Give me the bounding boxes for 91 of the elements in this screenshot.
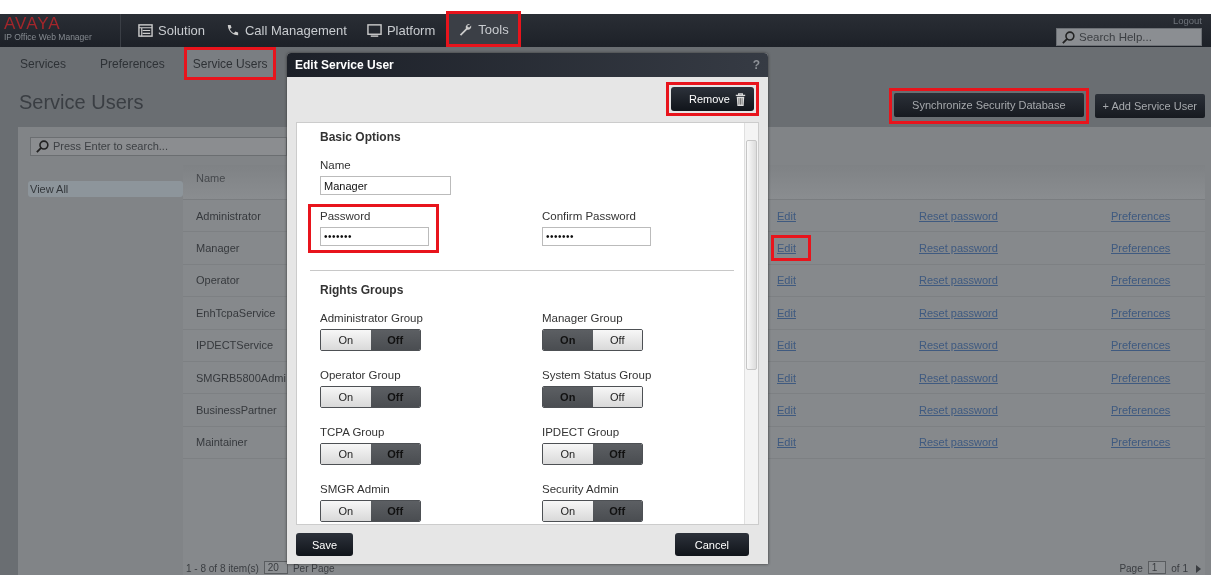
nav-tab[interactable]: Service Users	[186, 50, 274, 77]
preferences-link[interactable]: Preferences	[1111, 404, 1171, 417]
trash-icon	[733, 91, 748, 107]
table-cell-text: Manager	[195, 242, 241, 255]
dialog-title: Edit Service User	[295, 58, 394, 72]
reset-password-link[interactable]: Reset password	[919, 306, 998, 319]
scrollbar[interactable]	[744, 123, 758, 524]
preferences-link[interactable]: Preferences	[1111, 306, 1171, 319]
help-button[interactable]: ?	[752, 58, 760, 72]
item-count: 1 - 8 of 8 item(s)	[186, 563, 259, 574]
preferences-link[interactable]: Preferences	[1111, 242, 1171, 255]
table-cell-text: Operator	[195, 274, 241, 287]
group-label: TCPA Group	[320, 426, 386, 438]
logout-link[interactable]: Logout	[1172, 15, 1202, 26]
reset-password-link[interactable]: Reset password	[919, 404, 998, 417]
preferences-link[interactable]: Preferences	[1111, 371, 1171, 384]
edit-link[interactable]: Edit	[777, 371, 796, 384]
table-cell-text: EnhTcpaService	[195, 306, 277, 319]
on-off-switch[interactable]: On Off	[320, 443, 421, 465]
edit-link[interactable]: Edit	[777, 274, 796, 287]
section-heading: Rights Groups	[320, 283, 405, 297]
table-cell-text: SMGRB5800Admi	[195, 371, 287, 384]
save-button[interactable]: Save	[296, 533, 354, 556]
nav-menu-item[interactable]: Tools	[449, 14, 518, 44]
reset-password-link[interactable]: Reset password	[919, 274, 998, 287]
preferences-link[interactable]: Preferences	[1111, 339, 1171, 352]
edit-link[interactable]: Edit	[777, 242, 796, 255]
on-off-switch[interactable]: On Off	[320, 500, 421, 522]
group-label: Operator Group	[320, 369, 402, 381]
nav-menu-item[interactable]: Solution	[129, 14, 214, 47]
search-icon	[1061, 29, 1076, 45]
edit-link[interactable]: Edit	[777, 404, 796, 417]
nav-tab[interactable]: Preferences	[91, 47, 174, 80]
table-cell-text: BusinessPartner	[195, 404, 278, 417]
nav-menu-item[interactable]: Platform	[357, 14, 445, 47]
edit-link[interactable]: Edit	[777, 306, 796, 319]
reset-password-link[interactable]: Reset password	[919, 371, 998, 384]
reset-password-link[interactable]: Reset password	[919, 436, 998, 449]
on-off-switch[interactable]: On Off	[542, 329, 643, 351]
group-label: IPDECT Group	[542, 426, 621, 438]
nav-tab[interactable]: Services	[11, 47, 75, 80]
nav-menu-item[interactable]: Call Management	[216, 14, 356, 47]
table-cell-text: Maintainer	[195, 436, 249, 449]
action-button[interactable]: Synchronize Security Database	[894, 93, 1084, 117]
password-field[interactable]: •••••••	[320, 227, 429, 246]
field-label: Name	[320, 159, 352, 171]
wrench-icon	[458, 21, 474, 37]
search-field[interactable]: Press Enter to search...	[30, 136, 287, 156]
search-icon	[35, 138, 50, 154]
product-name: IP Office Web Manager	[4, 32, 93, 43]
on-off-switch[interactable]: On Off	[320, 329, 421, 351]
table-cell-text: IPDECTService	[195, 339, 275, 352]
page-label: Page	[1119, 563, 1143, 574]
preferences-link[interactable]: Preferences	[1111, 436, 1171, 449]
preferences-link[interactable]: Preferences	[1111, 209, 1171, 222]
field-label: Password	[320, 210, 372, 222]
column-header: Name	[196, 172, 226, 186]
sidebar-item[interactable]: View All	[28, 181, 183, 197]
group-label: Security Admin	[542, 483, 620, 495]
action-button[interactable]: + Add Service User	[1094, 94, 1205, 118]
reset-password-link[interactable]: Reset password	[919, 209, 998, 222]
cancel-button[interactable]: Cancel	[674, 533, 749, 556]
page-count: of 1	[1171, 563, 1188, 574]
group-label: Administrator Group	[320, 312, 424, 324]
on-off-switch[interactable]: On Off	[542, 386, 643, 408]
table-icon	[138, 23, 153, 38]
reset-password-link[interactable]: Reset password	[919, 242, 998, 255]
phone-icon	[225, 23, 240, 38]
on-off-switch[interactable]: On Off	[542, 500, 643, 522]
per-page-label: Per Page	[292, 563, 335, 574]
field-label: Confirm Password	[542, 210, 637, 222]
page-field[interactable]: 1	[1147, 561, 1167, 574]
remove-button[interactable]: Remove	[671, 87, 754, 111]
reset-password-link[interactable]: Reset password	[919, 339, 998, 352]
name-field[interactable]: Manager	[320, 176, 451, 195]
edit-link[interactable]: Edit	[777, 209, 796, 222]
group-label: System Status Group	[542, 369, 653, 381]
per-page-field[interactable]: 20	[263, 561, 288, 574]
monitor-icon	[366, 23, 382, 38]
confirm-password-field[interactable]: •••••••	[542, 227, 651, 246]
edit-link[interactable]: Edit	[777, 436, 796, 449]
preferences-link[interactable]: Preferences	[1111, 274, 1171, 287]
on-off-switch[interactable]: On Off	[542, 443, 643, 465]
edit-link[interactable]: Edit	[777, 339, 796, 352]
section-heading: Basic Options	[320, 130, 402, 144]
brand-logo: AVAYA	[4, 16, 62, 32]
group-label: Manager Group	[542, 312, 624, 324]
table-cell-text: Administrator	[195, 209, 262, 222]
help-search-field[interactable]: Search Help...	[1056, 28, 1202, 46]
group-label: SMGR Admin	[320, 483, 391, 495]
on-off-switch[interactable]: On Off	[320, 386, 421, 408]
